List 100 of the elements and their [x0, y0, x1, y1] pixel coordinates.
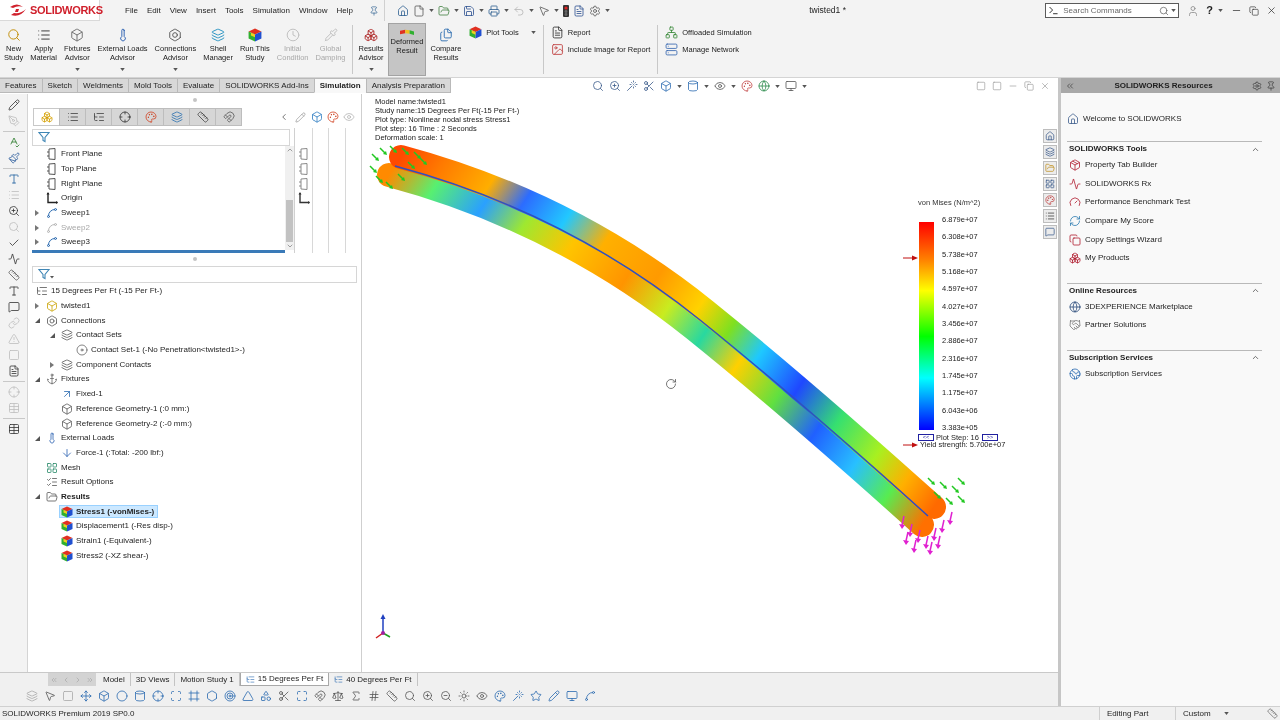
menu-item[interactable]: View [169, 6, 187, 15]
chevron-left-icon[interactable] [279, 112, 289, 122]
save-icon[interactable] [462, 4, 475, 17]
curve-icon[interactable] [584, 690, 596, 702]
cube-icon[interactable] [311, 111, 323, 123]
pencil-icon[interactable] [548, 690, 560, 702]
maximize-icon[interactable] [296, 690, 308, 702]
magnifier-icon[interactable] [404, 690, 416, 702]
tree-item[interactable]: External Loads [44, 431, 119, 445]
scissors-icon[interactable] [643, 80, 655, 92]
menu-item[interactable]: Edit [146, 6, 161, 15]
folder-icon[interactable] [1043, 161, 1057, 175]
cylinder-icon[interactable] [134, 690, 146, 702]
speech-bubble-icon[interactable] [7, 301, 20, 313]
expand-arrow-icon[interactable] [50, 361, 54, 368]
panel-tab[interactable] [85, 108, 112, 126]
star-icon[interactable] [530, 690, 542, 702]
crosshair-icon[interactable] [152, 690, 164, 702]
printer-icon[interactable] [487, 4, 500, 17]
caret-down-icon[interactable] [553, 9, 559, 12]
sigma-icon[interactable] [350, 690, 362, 702]
home-icon[interactable] [1043, 129, 1057, 143]
section-header[interactable]: Online Resources [1067, 283, 1262, 298]
tree-item[interactable]: Strain1 (-Equivalent-) [59, 534, 156, 548]
command-tab[interactable]: SOLIDWORKS Add-Ins [219, 78, 315, 93]
collapse-arrow-icon[interactable] [34, 494, 40, 500]
hash-icon[interactable] [368, 690, 380, 702]
caret-down-icon[interactable] [775, 84, 780, 88]
scrollbar[interactable] [285, 146, 294, 250]
tree-item[interactable]: Sweep1 [46, 206, 93, 220]
tree-item[interactable]: Origin [46, 191, 86, 205]
panel-tab[interactable] [189, 108, 216, 126]
document-icon[interactable] [7, 365, 20, 377]
resource-link[interactable]: Copy Settings Wizard [1067, 230, 1162, 249]
menu-item[interactable]: File [125, 6, 138, 15]
frame-icon[interactable] [188, 690, 200, 702]
tree-item[interactable]: Sweep3 [46, 235, 93, 249]
caret-down-icon[interactable] [704, 84, 709, 88]
zoom-in-icon[interactable] [422, 690, 434, 702]
pencil-icon[interactable] [7, 99, 20, 111]
section-header[interactable]: SOLIDWORKS Tools [1067, 142, 1262, 156]
settings-icon[interactable] [588, 4, 601, 17]
square-icon[interactable] [62, 690, 74, 702]
monitor-icon[interactable] [566, 690, 578, 702]
panel-tab[interactable] [111, 108, 138, 126]
caret-down-icon[interactable] [530, 31, 536, 34]
resource-link[interactable]: Subscription Services [1067, 364, 1162, 384]
tree-item[interactable]: Front Plane [46, 147, 106, 161]
tree-item[interactable]: twisted1 [44, 299, 95, 313]
command-tab[interactable]: Simulation [313, 78, 367, 93]
expand-arrow-icon[interactable] [35, 210, 39, 217]
user-icon[interactable] [1187, 4, 1200, 17]
caret-down-icon[interactable] [802, 84, 807, 88]
caret-down-icon[interactable] [1171, 9, 1177, 12]
resource-link[interactable]: My Products [1067, 248, 1130, 268]
resource-link[interactable]: Partner Solutions [1067, 316, 1147, 335]
zoom-out-icon[interactable] [440, 690, 452, 702]
section-header[interactable]: Subscription Services [1067, 350, 1262, 365]
command-tab[interactable]: Mold Tools [127, 78, 178, 93]
caret-down-icon[interactable] [172, 68, 178, 71]
zoom-in-icon[interactable] [609, 80, 621, 92]
caret-down-icon[interactable] [677, 84, 682, 88]
pin-icon[interactable] [1266, 80, 1276, 91]
double-chevron-left-icon[interactable] [1065, 80, 1075, 91]
eye-icon[interactable] [476, 690, 488, 702]
collapse-arrow-icon[interactable] [49, 332, 55, 338]
caret-down-icon[interactable] [731, 84, 736, 88]
settings-icon[interactable] [1252, 80, 1262, 91]
command-tab[interactable]: Features [0, 78, 43, 93]
tree-item[interactable]: 15 Degrees Per Ft (-15 Per Ft-) [34, 284, 167, 298]
menu-item[interactable]: Tools [224, 6, 244, 15]
caret-down-icon[interactable] [503, 9, 509, 12]
expand-arrow-icon[interactable] [35, 239, 39, 246]
palette-icon[interactable] [494, 690, 506, 702]
wand-icon[interactable] [626, 80, 638, 92]
sun-icon[interactable] [458, 690, 470, 702]
tree-item[interactable]: Mesh [44, 461, 85, 475]
close-icon[interactable] [1266, 5, 1277, 16]
panel-tab[interactable] [215, 108, 242, 126]
pin-icon[interactable] [368, 5, 379, 16]
units-dropdown[interactable]: Custom [1175, 707, 1265, 720]
eye-icon[interactable] [714, 80, 726, 92]
magnifier-icon[interactable] [7, 205, 20, 217]
palette-icon[interactable] [1043, 193, 1057, 207]
hexagon-icon[interactable] [206, 690, 218, 702]
tree-item[interactable]: Right Plane [46, 177, 106, 191]
resource-link[interactable]: 3DEXPERIENCE Marketplace [1067, 297, 1193, 317]
expand-arrow-icon[interactable] [35, 303, 39, 310]
collapse-arrow-icon[interactable] [34, 376, 40, 382]
help-button[interactable]: ? [1206, 5, 1213, 16]
command-tab[interactable]: Weldments [77, 78, 129, 93]
cube-icon[interactable] [660, 80, 672, 92]
caret-down-icon[interactable] [428, 9, 434, 12]
caret-down-icon[interactable] [11, 68, 17, 71]
ruler-icon[interactable] [7, 269, 20, 281]
resource-link[interactable]: SOLIDWORKS Rx [1067, 174, 1152, 194]
palette-icon[interactable] [327, 111, 339, 123]
tree-item[interactable]: Result Options [44, 475, 118, 489]
panel-tab[interactable] [137, 108, 164, 126]
menu-item[interactable]: Help [336, 6, 353, 15]
